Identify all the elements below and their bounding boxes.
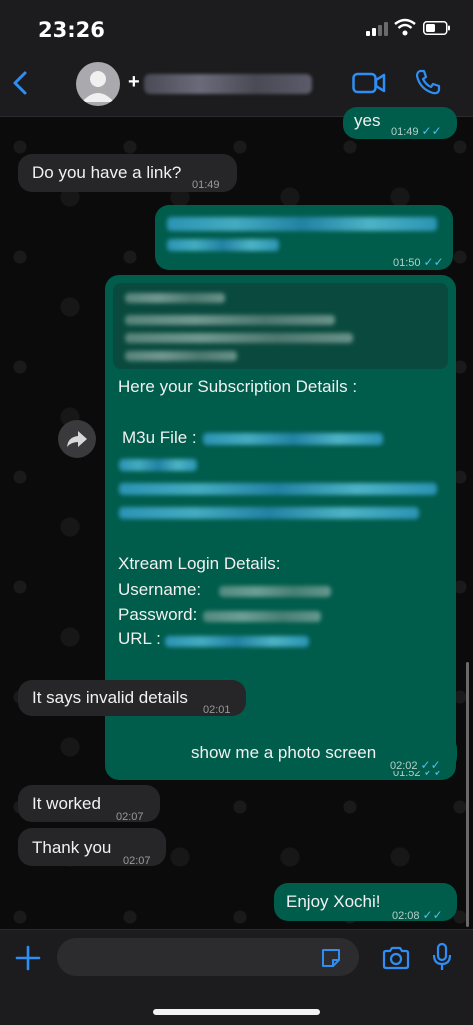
message-time: 01:50 xyxy=(393,257,421,269)
video-call-icon[interactable] xyxy=(352,70,386,96)
redacted-m3u-link[interactable] xyxy=(203,433,383,445)
chat-area[interactable]: yes 01:49 ✓✓ Do you have a link? 01:49 01… xyxy=(0,107,473,929)
message-incoming[interactable]: It worked 02:07 xyxy=(18,785,160,823)
message-outgoing[interactable]: yes 01:49 ✓✓ xyxy=(343,107,457,139)
read-receipt-icon: ✓✓ xyxy=(421,124,442,138)
status-bar: 23:26 xyxy=(0,0,473,52)
message-outgoing[interactable]: show me a photo screen 02:02 ✓✓ xyxy=(178,735,457,772)
plus-icon[interactable] xyxy=(14,944,42,972)
home-indicator xyxy=(153,1009,320,1015)
redacted-phone-number xyxy=(144,74,312,94)
message-meta: 01:49 ✓✓ xyxy=(391,120,442,143)
wifi-icon xyxy=(394,18,416,36)
read-receipt-icon: ✓✓ xyxy=(423,255,444,269)
redacted-link[interactable] xyxy=(167,239,279,251)
redacted-m3u-link[interactable] xyxy=(119,483,437,495)
cellular-signal-icon xyxy=(366,22,388,36)
redacted-quote-line xyxy=(125,351,237,361)
quoted-message[interactable] xyxy=(113,283,448,369)
message-time: 02:08 xyxy=(392,910,420,922)
message-meta: 01:50 ✓✓ xyxy=(393,251,444,274)
message-text: show me a photo screen xyxy=(191,743,377,762)
message-meta: 02:08 ✓✓ xyxy=(392,904,443,927)
redacted-m3u-link[interactable] xyxy=(119,459,197,471)
redacted-username xyxy=(219,586,331,597)
message-time: 01:49 xyxy=(391,126,419,138)
message-text: Thank you xyxy=(32,838,112,857)
battery-icon xyxy=(423,21,450,35)
redacted-url[interactable] xyxy=(165,636,309,647)
avatar-icon[interactable] xyxy=(76,62,120,106)
message-incoming[interactable]: It says invalid details 02:01 xyxy=(18,680,246,716)
redacted-m3u-link[interactable] xyxy=(119,507,419,519)
camera-icon[interactable] xyxy=(382,946,410,970)
message-time: 02:02 xyxy=(390,760,418,772)
read-receipt-icon: ✓✓ xyxy=(422,908,443,922)
scrollbar[interactable] xyxy=(466,662,469,927)
message-time: 02:07 xyxy=(116,811,144,823)
redacted-password xyxy=(203,611,321,622)
message-meta: 02:02 ✓✓ xyxy=(390,754,441,777)
redacted-quote-line xyxy=(125,315,335,325)
redacted-link[interactable] xyxy=(167,217,437,231)
message-text: It worked xyxy=(32,794,101,813)
m3u-label: M3u File : xyxy=(122,428,197,447)
message-text: yes xyxy=(354,111,381,130)
subscription-heading: Here your Subscription Details : xyxy=(118,377,358,396)
message-outgoing[interactable]: Enjoy Xochi! 02:08 ✓✓ xyxy=(274,883,457,922)
contact-name-prefix[interactable]: + xyxy=(128,71,140,94)
message-outgoing-link[interactable]: 01:50 ✓✓ xyxy=(155,205,453,270)
composer-bar xyxy=(0,929,473,1025)
clock: 23:26 xyxy=(38,18,105,42)
password-label: Password: xyxy=(118,605,198,624)
phone-icon[interactable] xyxy=(414,68,442,96)
forward-icon xyxy=(67,431,87,447)
message-time: 02:01 xyxy=(203,704,231,716)
read-receipt-icon: ✓✓ xyxy=(420,758,441,772)
message-incoming[interactable]: Do you have a link? 01:49 xyxy=(18,154,237,192)
message-incoming[interactable]: Thank you 02:07 xyxy=(18,828,166,867)
message-time: 01:49 xyxy=(192,179,220,191)
message-text: Do you have a link? xyxy=(32,163,182,182)
redacted-quote-line xyxy=(125,333,353,343)
xtream-title: Xtream Login Details: xyxy=(118,554,281,573)
mic-icon[interactable] xyxy=(432,942,452,972)
back-chevron-icon[interactable] xyxy=(8,68,34,98)
forward-button[interactable] xyxy=(58,420,96,458)
message-text: Enjoy Xochi! xyxy=(286,892,381,911)
redacted-quote-line xyxy=(125,293,225,303)
url-label: URL : xyxy=(118,629,161,648)
message-text: It says invalid details xyxy=(32,688,188,707)
message-time: 02:07 xyxy=(123,855,151,867)
message-input[interactable] xyxy=(57,938,359,976)
username-label: Username: xyxy=(118,580,202,599)
sticker-icon[interactable] xyxy=(319,946,343,970)
